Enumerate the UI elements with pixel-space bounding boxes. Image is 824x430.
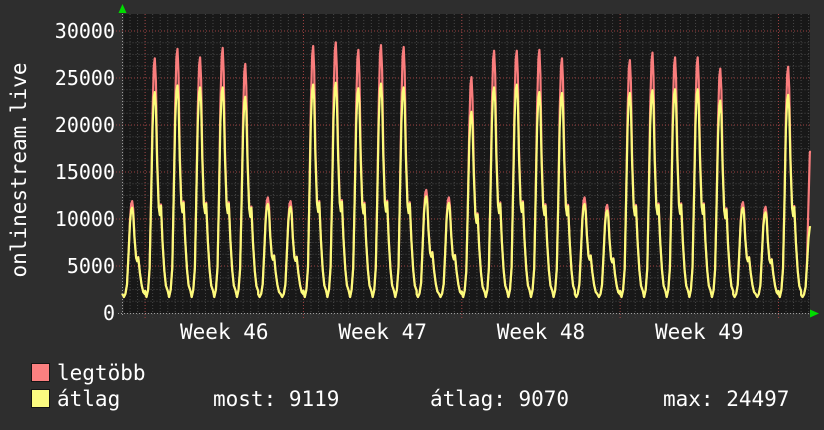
x-axis-arrow-icon	[810, 310, 819, 318]
x-axis-week-label: Week 48	[471, 320, 611, 344]
x-axis-week-label: Week 49	[629, 320, 769, 344]
y-axis-tick-label: 20000	[35, 113, 115, 137]
legend-swatch-legtobb	[31, 363, 50, 382]
y-axis-arrow-icon	[119, 4, 127, 13]
rrd-graph: onlinestream.live 30000 25000 20000 15000 10…	[0, 0, 824, 430]
x-axis-week-label: Week 47	[313, 320, 453, 344]
stat-atlag: átlag: 9070	[430, 388, 569, 410]
legend-series-label: legtöbb	[57, 362, 146, 384]
y-axis-tick-label: 25000	[35, 66, 115, 90]
y-axis-tick-label: 15000	[35, 160, 115, 184]
stat-most: most: 9119	[213, 388, 339, 410]
chart-vertical-title: onlinestream.live	[7, 63, 31, 278]
y-axis-tick-label: 5000	[35, 254, 115, 278]
legend-swatch-atlag	[31, 389, 50, 408]
legend-series-label: átlag	[57, 388, 120, 410]
y-axis-tick-label: 10000	[35, 207, 115, 231]
x-axis-week-label: Week 46	[154, 320, 294, 344]
y-axis-tick-label: 30000	[35, 19, 115, 43]
y-axis-tick-label: 0	[35, 301, 115, 325]
stat-max: max: 24497	[663, 388, 789, 410]
